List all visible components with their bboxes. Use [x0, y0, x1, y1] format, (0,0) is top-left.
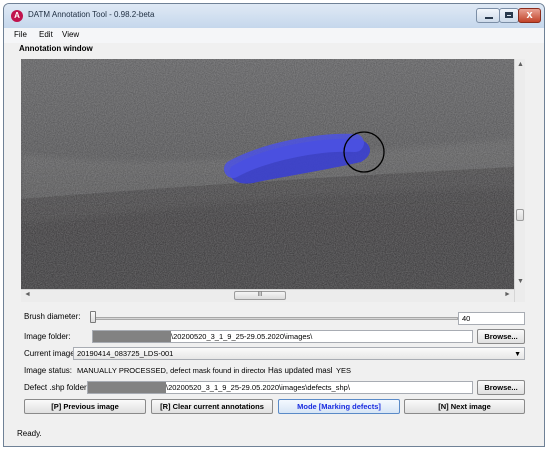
- next-image-button[interactable]: [N] Next image: [404, 399, 525, 414]
- defect-folder-field[interactable]: \20200520_3_1_9_25-29.05.2020\images\def…: [87, 381, 473, 394]
- scroll-left-icon[interactable]: ◄: [24, 291, 31, 298]
- has-updated-mask-value: YES: [332, 364, 525, 377]
- image-folder-label: Image folder:: [24, 332, 71, 341]
- minimize-button[interactable]: [476, 8, 500, 23]
- brush-slider-track[interactable]: [91, 317, 458, 320]
- current-image-label: Current image:: [24, 349, 77, 358]
- title-bar[interactable]: A DATM Annotation Tool - 0.98.2-beta x: [4, 4, 544, 29]
- image-status-value: MANUALLY PROCESSED, defect mask found in…: [73, 364, 266, 377]
- horizontal-scrollbar[interactable]: ◄ III ►: [21, 289, 514, 302]
- clear-annotations-button[interactable]: [R] Clear current annotations: [151, 399, 273, 414]
- minimize-icon: [485, 17, 493, 19]
- vertical-scroll-thumb[interactable]: [516, 209, 524, 221]
- vertical-scrollbar[interactable]: ▲ ▼: [514, 59, 525, 302]
- has-updated-mask-label: Has updated mask?: [268, 366, 340, 375]
- image-folder-browse-button[interactable]: Browse...: [477, 329, 525, 344]
- status-bar-text: Ready.: [17, 429, 42, 438]
- menu-file[interactable]: File: [14, 30, 27, 39]
- menu-view[interactable]: View: [62, 30, 79, 39]
- brush-diameter-value[interactable]: 40: [458, 312, 525, 325]
- annotation-image: [21, 59, 514, 289]
- image-status-label: Image status:: [24, 366, 73, 375]
- image-folder-field[interactable]: \20200520_3_1_9_25-29.05.2020\images\: [92, 330, 473, 343]
- close-icon: x: [526, 9, 533, 21]
- menu-edit[interactable]: Edit: [39, 30, 53, 39]
- app-icon: A: [11, 10, 23, 22]
- maximize-button[interactable]: [499, 8, 519, 23]
- annotation-window-title: Annotation window: [19, 44, 93, 53]
- brush-diameter-label: Brush diameter:: [24, 312, 81, 321]
- brush-slider-thumb[interactable]: [90, 311, 96, 323]
- menu-bar: File Edit View: [4, 28, 544, 43]
- horizontal-scroll-thumb[interactable]: III: [234, 291, 286, 300]
- close-button[interactable]: x: [518, 8, 541, 23]
- maximize-icon: [505, 12, 513, 18]
- chevron-down-icon: ▼: [514, 351, 521, 358]
- mode-toggle-button[interactable]: Mode [Marking defects]: [278, 399, 400, 414]
- window-title: DATM Annotation Tool - 0.98.2-beta: [28, 10, 155, 19]
- current-image-select[interactable]: 20190414_083725_LDS-001 ▼: [73, 347, 525, 360]
- scroll-right-icon[interactable]: ►: [504, 291, 511, 298]
- scroll-up-icon[interactable]: ▲: [517, 61, 524, 68]
- current-image-value: 20190414_083725_LDS-001: [77, 349, 174, 358]
- defect-folder-label: Defect .shp folder:: [24, 383, 89, 392]
- redacted-path: [93, 331, 171, 342]
- image-folder-path: \20200520_3_1_9_25-29.05.2020\images\: [171, 332, 313, 341]
- annotation-canvas[interactable]: [21, 59, 514, 289]
- redacted-path: [88, 382, 166, 393]
- defect-folder-browse-button[interactable]: Browse...: [477, 380, 525, 395]
- previous-image-button[interactable]: [P] Previous image: [24, 399, 146, 414]
- scroll-down-icon[interactable]: ▼: [517, 278, 524, 285]
- defect-folder-path: \20200520_3_1_9_25-29.05.2020\images\def…: [166, 383, 350, 392]
